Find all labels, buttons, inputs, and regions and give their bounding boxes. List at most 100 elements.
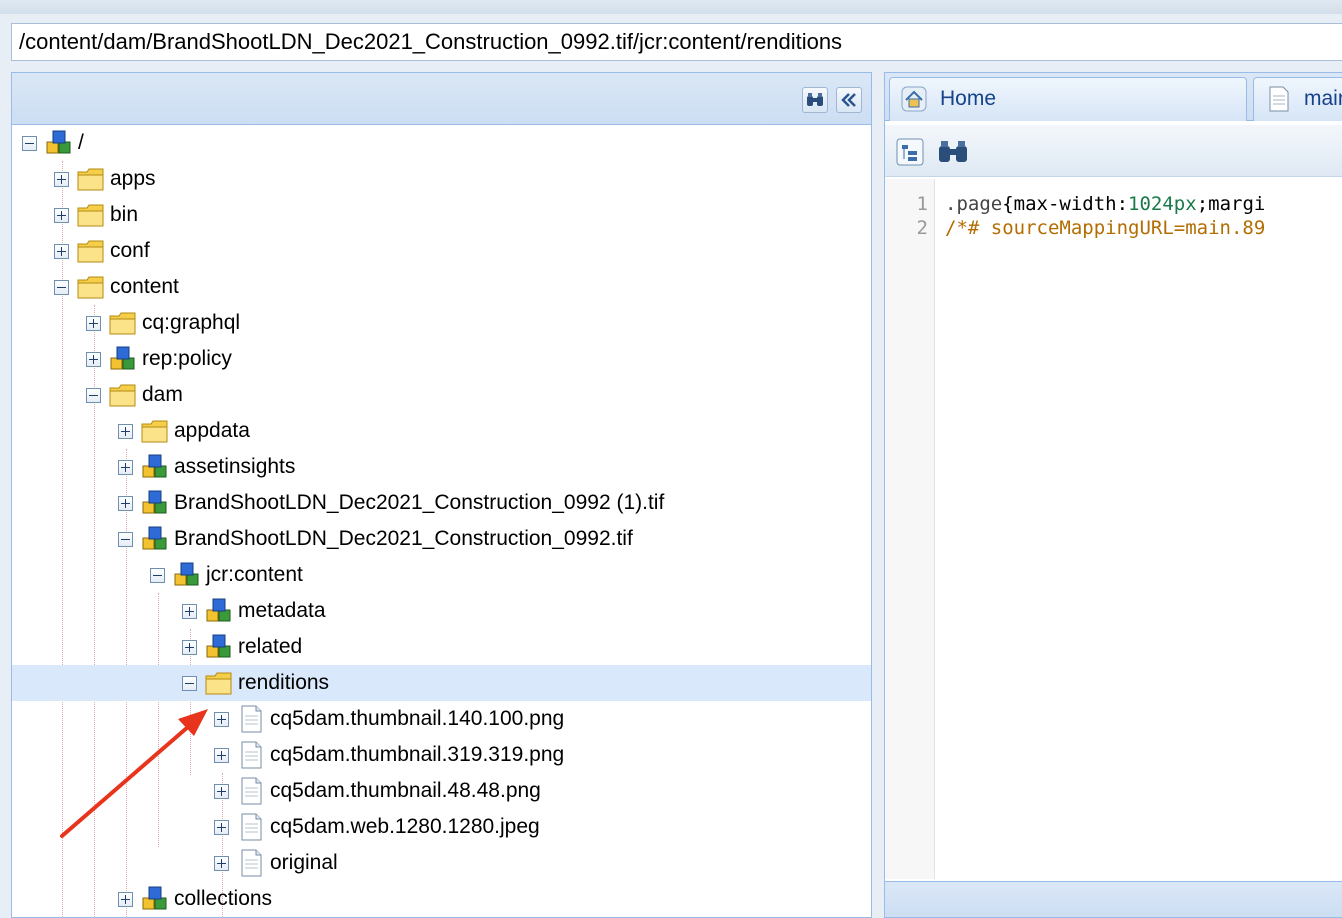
tree-node[interactable]: dam <box>12 377 871 413</box>
tree-node-label: renditions <box>238 671 330 694</box>
tree-node[interactable]: assetinsights <box>12 449 871 485</box>
tree-node[interactable]: cq5dam.thumbnail.48.48.png <box>12 773 871 809</box>
tree-node[interactable]: BrandShootLDN_Dec2021_Construction_0992.… <box>12 521 871 557</box>
expand-toggle-icon[interactable] <box>214 748 229 763</box>
tree-node-label: apps <box>110 167 156 190</box>
code-line-2[interactable]: /*# sourceMappingURL=main.89 <box>945 216 1265 240</box>
collapse-toggle-icon[interactable] <box>54 280 69 295</box>
editor-panel: Home main 1 2 .page{max-width:1024px;mar… <box>884 72 1342 918</box>
tree-node[interactable]: jcr:content <box>12 557 871 593</box>
tree-node-label: appdata <box>174 419 250 442</box>
css-number: 1024px <box>1128 193 1197 215</box>
tab-home[interactable]: Home <box>889 77 1247 121</box>
expand-toggle-icon[interactable] <box>214 856 229 871</box>
file-icon <box>236 848 266 878</box>
line-number: 1 <box>916 193 928 215</box>
expand-toggle-icon[interactable] <box>54 172 69 187</box>
node-icon <box>172 560 202 590</box>
tree-node[interactable]: appdata <box>12 413 871 449</box>
binoculars-icon[interactable] <box>937 139 969 165</box>
css-selector: .page <box>945 193 1003 215</box>
tree-node[interactable]: conf <box>12 233 871 269</box>
tree-node[interactable]: cq5dam.web.1280.1280.jpeg <box>12 809 871 845</box>
folder-icon <box>76 236 106 266</box>
tree-node[interactable]: / <box>12 125 871 161</box>
tree-node[interactable]: content <box>12 269 871 305</box>
tree-node[interactable]: cq5dam.thumbnail.140.100.png <box>12 701 871 737</box>
tree-node[interactable]: metadata <box>12 593 871 629</box>
tree-panel: / apps bin conf content cq:graphql rep:policy d… <box>11 72 872 918</box>
node-icon <box>44 128 74 158</box>
css-rest: ;margi <box>1196 193 1266 215</box>
code-line-1[interactable]: .page{max-width:1024px;margi <box>945 192 1265 216</box>
tree-node-label: cq5dam.thumbnail.140.100.png <box>270 707 565 730</box>
collapse-toggle-icon[interactable] <box>150 568 165 583</box>
collapse-toggle-icon[interactable] <box>22 136 37 151</box>
expand-toggle-icon[interactable] <box>118 892 133 907</box>
tree-node[interactable]: BrandShootLDN_Dec2021_Construction_0992 … <box>12 485 871 521</box>
node-icon <box>204 596 234 626</box>
tree-node[interactable]: rep:policy <box>12 341 871 377</box>
tab-main[interactable]: main <box>1253 77 1342 121</box>
line-number: 2 <box>916 217 928 239</box>
expand-toggle-icon[interactable] <box>54 244 69 259</box>
folder-icon <box>108 380 138 410</box>
expand-toggle-icon[interactable] <box>182 604 197 619</box>
tree-node[interactable]: renditions <box>12 665 871 701</box>
tree-node-label: BrandShootLDN_Dec2021_Construction_0992.… <box>174 527 633 550</box>
tree-node[interactable]: cq5dam.thumbnail.319.319.png <box>12 737 871 773</box>
collapse-toggle-icon[interactable] <box>86 388 101 403</box>
expand-toggle-icon[interactable] <box>118 424 133 439</box>
tree-node[interactable]: collections <box>12 881 871 917</box>
tree-node-label: content <box>110 275 179 298</box>
tree-node-label: dam <box>142 383 183 406</box>
expand-toggle-icon[interactable] <box>86 352 101 367</box>
css-property: {max-width: <box>1002 193 1129 215</box>
tree-node-label: cq5dam.thumbnail.319.319.png <box>270 743 565 766</box>
double-chevron-left-icon[interactable] <box>836 87 862 113</box>
editor-footer <box>885 881 1342 917</box>
expand-toggle-icon[interactable] <box>118 460 133 475</box>
tree-node-label: cq5dam.thumbnail.48.48.png <box>270 779 541 802</box>
editor-toolbar <box>885 125 1342 177</box>
binoculars-icon[interactable] <box>802 87 828 113</box>
tree-node[interactable]: related <box>12 629 871 665</box>
path-input[interactable]: /content/dam/BrandShootLDN_Dec2021_Const… <box>11 23 1342 61</box>
expand-toggle-icon[interactable] <box>86 316 101 331</box>
node-icon <box>140 884 170 914</box>
expand-toggle-icon[interactable] <box>214 712 229 727</box>
tree-node-label: rep:policy <box>142 347 232 370</box>
tree-toolbar <box>12 73 871 125</box>
tree-node[interactable]: bin <box>12 197 871 233</box>
tree-body: / apps bin conf content cq:graphql rep:policy d… <box>12 125 871 917</box>
tree-node[interactable]: cq:graphql <box>12 305 871 341</box>
folder-icon <box>204 668 234 698</box>
folder-icon <box>76 164 106 194</box>
tree-node-label: bin <box>110 203 139 226</box>
file-icon <box>236 740 266 770</box>
expand-toggle-icon[interactable] <box>182 640 197 655</box>
file-icon <box>236 704 266 734</box>
folder-icon <box>140 416 170 446</box>
node-icon <box>140 488 170 518</box>
file-icon <box>1269 86 1289 112</box>
tab-main-label: main <box>1304 87 1342 110</box>
file-icon <box>236 812 266 842</box>
collapse-toggle-icon[interactable] <box>118 532 133 547</box>
tree-view-icon[interactable] <box>895 137 925 167</box>
expand-toggle-icon[interactable] <box>118 496 133 511</box>
tree-node-label: assetinsights <box>174 455 296 478</box>
tree-node[interactable]: original <box>12 845 871 881</box>
tree-node-label: cq:graphql <box>142 311 241 334</box>
tree-node-label: related <box>238 635 303 658</box>
tree-node-label: metadata <box>238 599 326 622</box>
expand-toggle-icon[interactable] <box>214 820 229 835</box>
expand-toggle-icon[interactable] <box>54 208 69 223</box>
node-icon <box>204 632 234 662</box>
collapse-toggle-icon[interactable] <box>182 676 197 691</box>
tree-node[interactable]: apps <box>12 161 871 197</box>
tree-node-label: jcr:content <box>206 563 303 586</box>
expand-toggle-icon[interactable] <box>214 784 229 799</box>
tree-node-label: original <box>270 851 338 874</box>
folder-icon <box>108 308 138 338</box>
